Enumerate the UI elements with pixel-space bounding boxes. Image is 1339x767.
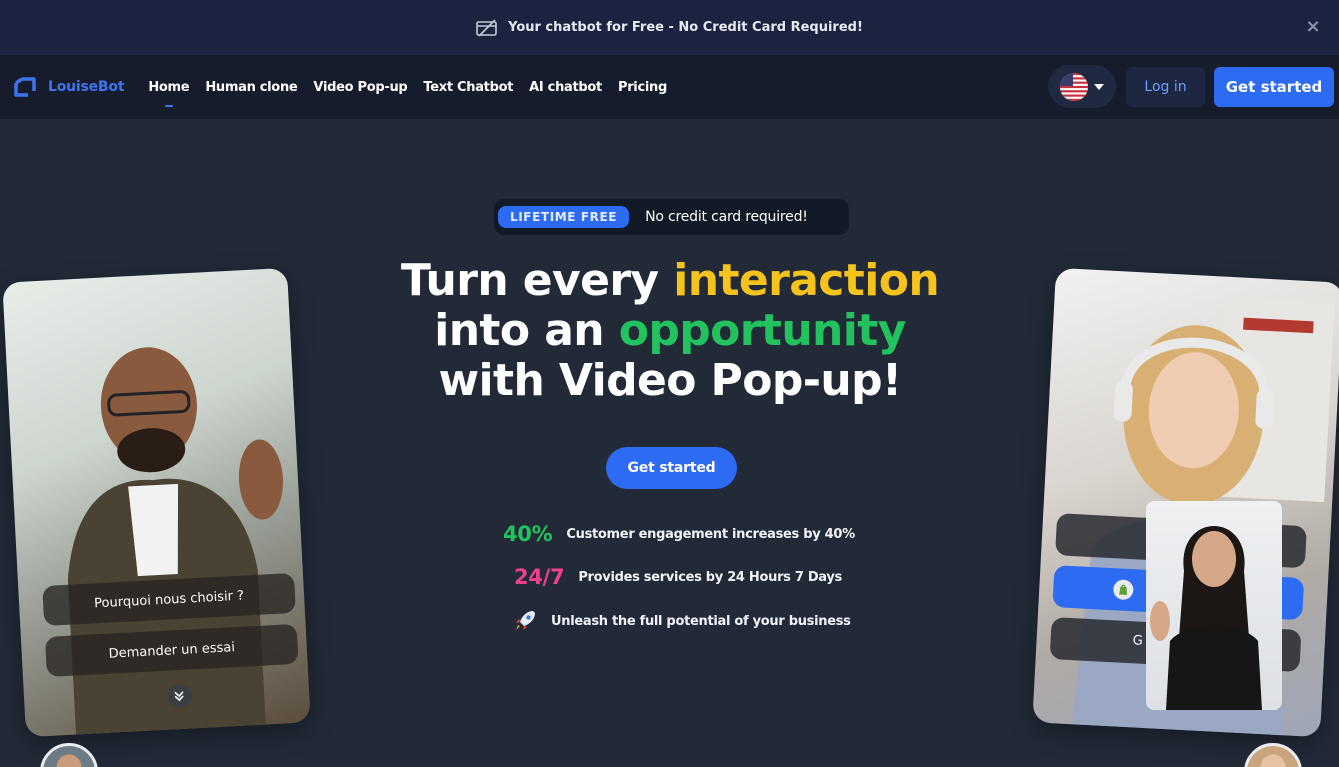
login-button[interactable]: Log in — [1126, 66, 1205, 107]
navbar: LouiseBot Home Human clone Video Pop-up … — [0, 55, 1339, 119]
stat-text: Provides services by 24 Hours 7 Days — [578, 569, 842, 585]
hero-get-started-button[interactable]: Get started — [606, 447, 737, 489]
us-flag-icon — [1060, 72, 1088, 101]
close-icon[interactable]: × — [1303, 17, 1323, 37]
louisebot-logo-icon — [12, 74, 38, 100]
lifetime-free-pill: LIFETIME FREE No credit card required! — [494, 199, 849, 235]
woman-waving-image — [1150, 526, 1262, 710]
stat-engagement: 40% Customer engagement increases by 40% — [503, 522, 855, 546]
nav-text-chatbot[interactable]: Text Chatbot — [423, 76, 513, 99]
headline-line-2: into an opportunity — [370, 306, 970, 356]
right-chip-text: G — [1132, 633, 1144, 649]
rocket-icon — [511, 607, 539, 635]
nav-video-popup[interactable]: Video Pop-up — [313, 76, 407, 99]
chevron-down-icon — [1094, 83, 1104, 90]
headline-highlight-interaction: interaction — [673, 255, 940, 306]
brand-logo[interactable]: LouiseBot — [12, 74, 125, 100]
no-credit-card-icon — [476, 18, 498, 37]
nav-human-clone[interactable]: Human clone — [205, 76, 297, 99]
headline-text: Turn every — [400, 255, 674, 306]
stat-number: 40% — [503, 522, 553, 546]
nav-actions: Log in Get started — [1048, 65, 1334, 108]
main-menu: Home Human clone Video Pop-up Text Chatb… — [148, 76, 667, 99]
hero-headline: Turn every interaction into an opportuni… — [370, 256, 970, 406]
left-video-card[interactable]: Pourquoi nous choisir ? Demander un essa… — [2, 267, 311, 738]
inset-video-woman[interactable] — [1146, 501, 1282, 710]
brand-name: LouiseBot — [48, 79, 125, 95]
headline-highlight-opportunity: opportunity — [618, 305, 907, 356]
stat-text: Unleash the full potential of your busin… — [551, 613, 851, 629]
headline-line-1: Turn every interaction — [370, 256, 970, 306]
language-selector[interactable] — [1048, 65, 1116, 108]
nav-ai-chatbot[interactable]: AI chatbot — [529, 76, 602, 99]
avatar — [40, 743, 98, 767]
stat-availability: 24/7 Provides services by 24 Hours 7 Day… — [514, 565, 842, 589]
nav-get-started-button[interactable]: Get started — [1214, 66, 1334, 107]
stat-number: 24/7 — [514, 565, 565, 589]
lifetime-free-badge: LIFETIME FREE — [498, 206, 630, 228]
nav-home[interactable]: Home — [148, 76, 189, 99]
headline-line-3: with Video Pop-up! — [438, 355, 903, 406]
announcement-text: Your chatbot for Free - No Credit Card R… — [508, 20, 863, 35]
avatar — [1244, 743, 1302, 767]
no-credit-card-text: No credit card required! — [645, 209, 808, 225]
shopify-icon — [1112, 579, 1134, 601]
stat-potential: Unleash the full potential of your busin… — [511, 607, 851, 635]
stat-text: Customer engagement increases by 40% — [566, 526, 855, 542]
announcement-bar: Your chatbot for Free - No Credit Card R… — [0, 0, 1339, 55]
headline-text: into an — [434, 305, 619, 356]
nav-pricing[interactable]: Pricing — [618, 76, 667, 99]
